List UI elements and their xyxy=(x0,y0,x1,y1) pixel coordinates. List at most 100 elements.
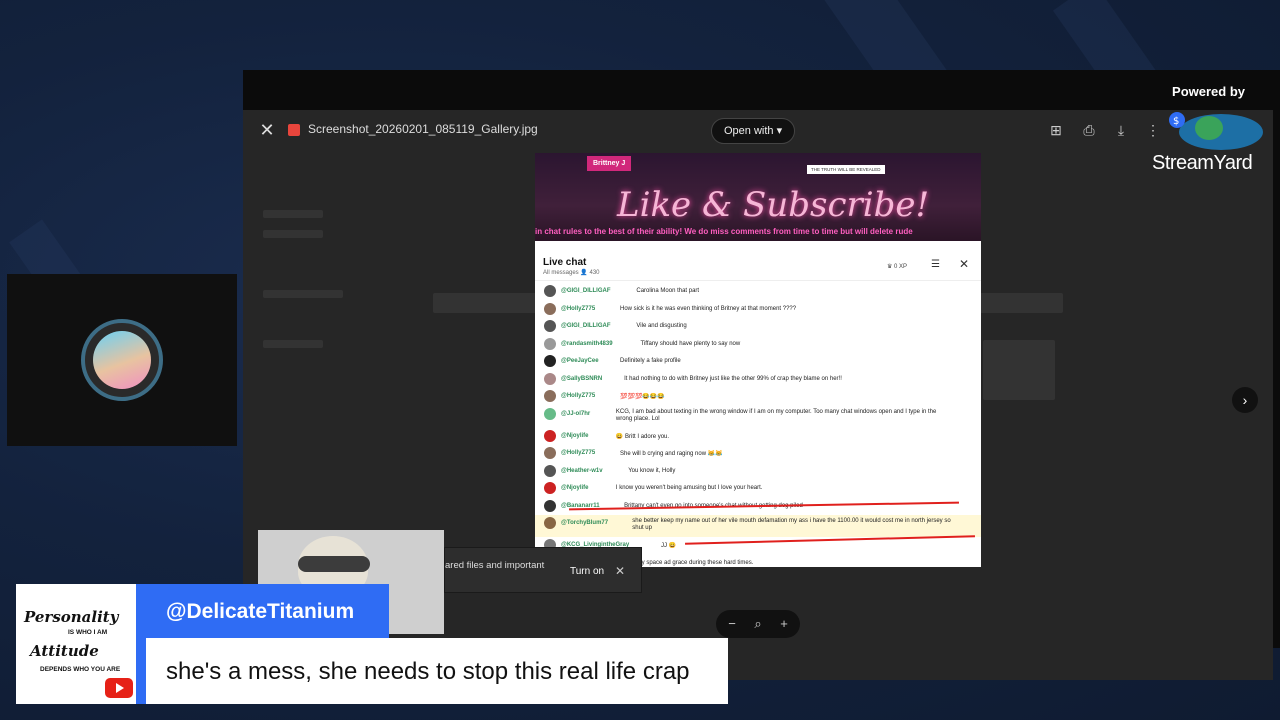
chat-text: Tiffany space ad grace during these hard… xyxy=(627,559,754,566)
file-name: Screenshot_20260201_085119_Gallery.jpg xyxy=(308,122,538,136)
viewer-toolbar: ✕ Screenshot_20260201_085119_Gallery.jpg… xyxy=(243,110,1273,150)
guest-tile xyxy=(7,274,237,446)
commenter-name: @DelicateTitanium xyxy=(166,600,355,623)
chat-text: Tiffany should have plenty to say now xyxy=(640,340,741,347)
avatar-image xyxy=(93,331,151,389)
banner-name-tag: Brittney J xyxy=(587,156,632,171)
chat-message: @HollyZ775 💯💯💯😂😂😂 xyxy=(535,388,981,406)
toast-text: ared files and important xyxy=(445,560,545,571)
chat-message: @randasmith4839 Tiffany should have plent… xyxy=(535,336,981,354)
chat-message: @GIGI_DILLIGAF Vile and disgusting xyxy=(535,318,981,336)
streamyard-brand: StreamYard xyxy=(1152,152,1253,174)
chat-text: 💯💯💯😂😂😂 xyxy=(620,394,665,400)
avatar xyxy=(544,372,556,385)
chat-text: Carolina Moon that part xyxy=(636,288,700,294)
live-chat-subtitle: All messages 👤 430 xyxy=(543,270,600,276)
logo-line-who-i-am: IS WHO I AM xyxy=(68,629,108,636)
avatar xyxy=(544,499,556,512)
webcam-headband xyxy=(298,556,370,572)
chat-username: @HollyZ775 xyxy=(561,305,596,312)
avatar xyxy=(544,517,556,529)
chat-text: KCG, I am bad about texting in the wrong… xyxy=(615,408,937,422)
chat-text: She will b crying and raging now 😹😹 xyxy=(620,451,723,457)
close-icon: ✕ xyxy=(959,257,970,271)
banner-tagline: THE TRUTH WILL BE REVEALED xyxy=(807,165,885,174)
next-arrow-icon[interactable]: › xyxy=(1232,387,1258,413)
logo-line-depends: DEPENDS WHO YOU ARE xyxy=(40,666,121,673)
avatar xyxy=(544,482,556,494)
avatar xyxy=(544,429,556,442)
chat-message: @Njoylife I know you weren't being amusin… xyxy=(535,480,981,498)
live-chat-header: Live chat All messages 👤 430 ♛ 0 XP ☰ ✕ xyxy=(535,241,981,281)
chat-username: @JJ-ol7hr xyxy=(561,410,591,417)
zoom-controls: − ⌕ + xyxy=(716,610,800,638)
chat-username: @HollyZ775 xyxy=(561,393,596,399)
logo-line-personality: Personality xyxy=(24,608,119,626)
chat-text: How sick is it he was even thinking of B… xyxy=(620,305,797,312)
chat-message: @PeeJayCee Definitely a fake profile xyxy=(535,353,981,371)
accent-strip xyxy=(136,584,146,704)
comment-icon[interactable]: ⊞ xyxy=(1048,122,1064,138)
chat-username: @PeeJayCee xyxy=(561,358,599,364)
comment-text: she's a mess, she needs to stop this rea… xyxy=(166,658,690,685)
chat-text: It had nothing to do with Britney just l… xyxy=(624,375,842,382)
open-with-button[interactable]: Open with ▾ xyxy=(711,118,796,144)
turn-on-button[interactable]: Turn on xyxy=(570,566,604,577)
chat-username: @GIGI_DILLIGAF xyxy=(561,323,611,329)
avatar xyxy=(544,407,556,420)
chat-text: she better keep my name out of her vile … xyxy=(632,518,951,531)
chat-message: @JJ-ol7hr KCG, I am bad about texting in … xyxy=(535,406,981,428)
avatar xyxy=(544,302,556,315)
close-icon[interactable]: ✕ xyxy=(615,564,625,578)
chat-text: I know you weren't being amusing but I l… xyxy=(615,485,763,491)
comment-banner: she's a mess, she needs to stop this rea… xyxy=(146,638,728,704)
chat-username: @TorchyBlum77 xyxy=(561,520,609,526)
chat-message: @HollyZ775 How sick is it he was even thi… xyxy=(535,301,981,319)
logo-line-attitude: Attitude xyxy=(30,642,99,660)
zoom-out-icon[interactable]: − xyxy=(724,616,740,632)
commenter-name-tag: @DelicateTitanium xyxy=(146,584,389,638)
chat-text: Definitely a fake profile xyxy=(620,358,681,364)
chat-text: JJ 😀 xyxy=(661,543,677,549)
chat-message: @Njoylife 😀 Britt I adore you. xyxy=(535,428,981,446)
notification-toast: ared files and important Turn on ✕ xyxy=(444,547,642,593)
filter-icon: ☰ xyxy=(931,259,940,270)
youtube-icon xyxy=(105,678,133,698)
chat-username: @Njoylife xyxy=(561,432,589,439)
stream-banner: Brittney J THE TRUTH WILL BE REVEALED Li… xyxy=(535,153,981,241)
close-icon[interactable]: ✕ xyxy=(257,120,277,140)
print-icon[interactable]: ⎙ xyxy=(1081,122,1097,138)
chat-username: @Heather-w1v xyxy=(561,467,603,474)
download-icon[interactable]: ⤓ xyxy=(1113,122,1129,138)
chat-message-list: @GIGI_DILLIGAF Carolina Moon that part @Ho… xyxy=(535,283,981,567)
chat-message: @HollyZ775 She will b crying and raging n… xyxy=(535,445,981,463)
avatar xyxy=(544,285,556,297)
image-file-icon xyxy=(288,124,300,136)
avatar xyxy=(544,355,556,367)
zoom-in-icon[interactable]: + xyxy=(776,616,792,632)
avatar xyxy=(81,319,163,401)
chat-message: @SallyBSNRN It had nothing to do with Bri… xyxy=(535,371,981,389)
channel-logo: Personality IS WHO I AM Attitude DEPENDS… xyxy=(16,584,136,704)
chat-username: @Njoylife xyxy=(561,485,589,491)
banner-ticker: in chat rules to the best of their abili… xyxy=(535,227,913,236)
chat-message: @GIGI_DILLIGAF Carolina Moon that part xyxy=(535,283,981,301)
chat-username: @SallyBSNRN xyxy=(561,375,603,382)
chat-username: @HollyZ775 xyxy=(561,450,596,456)
chat-username: @randasmith4839 xyxy=(561,340,613,347)
chat-message: @Heather-w1v You know it, Holly xyxy=(535,463,981,481)
avatar xyxy=(544,320,556,332)
avatar xyxy=(544,390,556,402)
screenshot-image: Brittney J THE TRUTH WILL BE REVEALED Li… xyxy=(535,153,981,567)
avatar xyxy=(544,447,556,459)
avatar xyxy=(544,464,556,477)
search-icon[interactable]: ⌕ xyxy=(750,616,766,632)
chat-username: @GIGI_DILLIGAF xyxy=(561,288,611,294)
chat-message: @TorchyBlum77 she better keep my name out… xyxy=(535,515,981,537)
banner-title: Like & Subscribe! xyxy=(617,185,930,225)
chat-text: Vile and disgusting xyxy=(636,323,687,329)
xp-badge: ♛ 0 XP xyxy=(887,264,908,270)
powered-by-label: Powered by xyxy=(1172,84,1245,99)
svg-text:$: $ xyxy=(1173,116,1179,127)
chat-text: You know it, Holly xyxy=(628,467,676,474)
